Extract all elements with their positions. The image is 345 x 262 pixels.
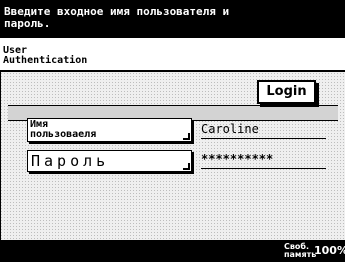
user-name-value: Caroline xyxy=(201,120,326,139)
free-memory-label: Своб. память xyxy=(284,243,318,259)
title-area: User Authentication xyxy=(0,38,345,72)
login-button[interactable]: Login xyxy=(257,80,316,104)
corner-mark-icon xyxy=(183,133,190,140)
free-memory-label-line2: память xyxy=(284,250,317,259)
user-name-label-line2: пользоваеля xyxy=(30,129,97,140)
page-title: User Authentication xyxy=(3,46,183,66)
free-memory-value: 100% xyxy=(314,244,345,257)
user-name-button-label: Имя пользоваеля xyxy=(30,120,170,140)
screen: Введите входное имя пользователя и парол… xyxy=(0,0,345,262)
instruction-text-line2: пароль. xyxy=(4,17,51,30)
password-button-label: Пароль xyxy=(31,152,110,170)
user-name-button[interactable]: Имя пользоваеля xyxy=(27,118,192,142)
password-button[interactable]: Пароль xyxy=(27,150,192,172)
instruction-text-line1: Введите входное имя пользователя и xyxy=(4,5,230,18)
corner-mark-icon xyxy=(183,163,190,170)
panel-edge-divider xyxy=(0,72,1,240)
password-value: ********** xyxy=(201,150,326,169)
status-bar: Своб. память 100% xyxy=(0,240,345,262)
instruction-banner: Введите входное имя пользователя и парол… xyxy=(0,0,345,38)
page-title-line2: Authentication xyxy=(3,55,88,66)
